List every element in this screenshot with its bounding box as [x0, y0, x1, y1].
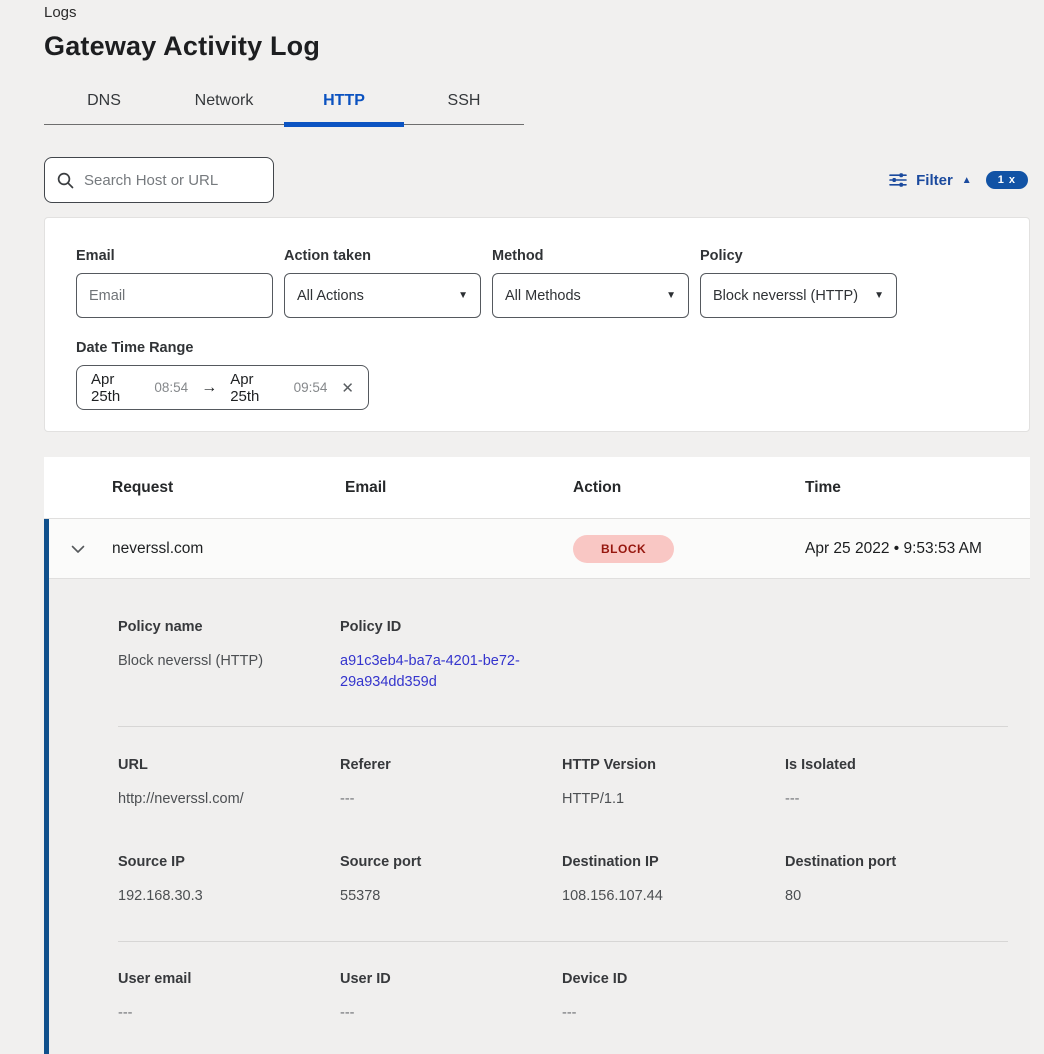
tab-ssh[interactable]: SSH — [404, 82, 524, 124]
policy-id-label: Policy ID — [340, 619, 562, 635]
tab-dns[interactable]: DNS — [44, 82, 164, 124]
filter-controls: Filter ▲ 1 x — [889, 171, 1030, 189]
policy-name-label: Policy name — [118, 619, 340, 635]
controls-row: Filter ▲ 1 x — [44, 157, 1030, 203]
end-date[interactable]: Apr 25th — [230, 371, 283, 405]
chevron-up-icon[interactable]: ▲ — [962, 175, 972, 186]
user-id-value: --- — [340, 1003, 562, 1024]
tab-http[interactable]: HTTP — [284, 82, 404, 124]
gateway-activity-log-page: Logs Gateway Activity Log DNS Network HT… — [0, 0, 1044, 1054]
breadcrumb[interactable]: Logs — [44, 4, 1030, 21]
user-email-label: User email — [118, 971, 340, 987]
user-email-field: User email --- — [118, 971, 340, 1024]
filter-panel: Email Action taken All Actions ▼ Method … — [44, 217, 1030, 432]
referer-label: Referer — [340, 757, 562, 773]
email-filter-field: Email — [76, 248, 273, 318]
search-input[interactable] — [84, 172, 261, 189]
policy-id-link[interactable]: a91c3eb4-ba7a-4201-be72-29a934dd359d — [340, 651, 532, 693]
chevron-down-icon: ▼ — [666, 290, 676, 301]
search-box[interactable] — [44, 157, 274, 203]
policy-filter-field: Policy Block neverssl (HTTP) ▼ — [700, 248, 897, 318]
action-filter-value: All Actions — [297, 288, 364, 304]
log-type-tabs: DNS Network HTTP SSH — [44, 82, 524, 125]
action-filter-field: Action taken All Actions ▼ — [284, 248, 481, 318]
referer-field: Referer --- — [340, 757, 562, 810]
search-icon — [57, 172, 74, 189]
page-title: Gateway Activity Log — [44, 31, 1030, 62]
user-id-field: User ID --- — [340, 971, 562, 1024]
policy-name-field: Policy name Block neverssl (HTTP) — [118, 619, 340, 693]
destination-ip-value: 108.156.107.44 — [562, 886, 785, 907]
action-filter-label: Action taken — [284, 248, 481, 264]
column-header-request[interactable]: Request — [112, 479, 345, 497]
method-filter-value: All Methods — [505, 288, 581, 304]
source-ip-value: 192.168.30.3 — [118, 886, 340, 907]
email-filter-label: Email — [76, 248, 273, 264]
date-range-label: Date Time Range — [76, 340, 999, 356]
is-isolated-field: Is Isolated --- — [785, 757, 1008, 810]
is-isolated-label: Is Isolated — [785, 757, 1008, 773]
chevron-down-icon: ▼ — [874, 290, 884, 301]
referer-value: --- — [340, 789, 562, 810]
source-ip-field: Source IP 192.168.30.3 — [118, 854, 340, 907]
policy-filter-value: Block neverssl (HTTP) — [713, 288, 858, 304]
http-version-value: HTTP/1.1 — [562, 789, 785, 810]
filter-count-badge[interactable]: 1 x — [986, 171, 1028, 189]
url-label: URL — [118, 757, 340, 773]
end-time[interactable]: 09:54 — [294, 380, 328, 395]
policy-id-field: Policy ID a91c3eb4-ba7a-4201-be72-29a934… — [340, 619, 562, 693]
method-filter-label: Method — [492, 248, 689, 264]
date-range-picker[interactable]: Apr 25th 08:54 → Apr 25th 09:54 ✕ — [76, 365, 369, 410]
source-port-label: Source port — [340, 854, 562, 870]
email-filter-input[interactable] — [89, 288, 260, 304]
column-header-time[interactable]: Time — [805, 479, 1030, 497]
policy-filter-label: Policy — [700, 248, 897, 264]
date-range-field: Date Time Range Apr 25th 08:54 → Apr 25t… — [76, 340, 999, 410]
expanded-log-entry: neverssl.com BLOCK Apr 25 2022 • 9:53:53… — [44, 519, 1030, 1054]
destination-port-field: Destination port 80 — [785, 854, 1008, 907]
method-filter-field: Method All Methods ▼ — [492, 248, 689, 318]
http-version-label: HTTP Version — [562, 757, 785, 773]
filter-toggle-button[interactable]: Filter — [916, 172, 953, 189]
destination-port-label: Destination port — [785, 854, 1008, 870]
http-version-field: HTTP Version HTTP/1.1 — [562, 757, 785, 810]
destination-port-value: 80 — [785, 886, 1008, 907]
destination-ip-field: Destination IP 108.156.107.44 — [562, 854, 785, 907]
device-id-label: Device ID — [562, 971, 785, 987]
tab-network[interactable]: Network — [164, 82, 284, 124]
filter-icon[interactable] — [889, 172, 907, 188]
user-email-value: --- — [118, 1003, 340, 1024]
clear-date-range-icon[interactable]: ✕ — [341, 379, 354, 397]
is-isolated-value: --- — [785, 789, 1008, 810]
column-header-action[interactable]: Action — [573, 479, 805, 497]
collapse-row-chevron-icon[interactable] — [71, 541, 85, 559]
user-id-label: User ID — [340, 971, 562, 987]
device-id-value: --- — [562, 1003, 785, 1024]
action-filter-select[interactable]: All Actions ▼ — [284, 273, 481, 318]
request-cell: neverssl.com — [112, 540, 345, 558]
time-cell: Apr 25 2022 • 9:53:53 AM — [805, 540, 1030, 558]
arrow-right-icon: → — [198, 379, 220, 397]
table-row[interactable]: neverssl.com BLOCK Apr 25 2022 • 9:53:53… — [49, 519, 1030, 579]
url-field: URL http://neverssl.com/ — [118, 757, 340, 810]
start-date[interactable]: Apr 25th — [91, 371, 144, 405]
policy-filter-select[interactable]: Block neverssl (HTTP) ▼ — [700, 273, 897, 318]
table-header-row: Request Email Action Time — [44, 457, 1030, 519]
source-port-value: 55378 — [340, 886, 562, 907]
activity-log-table: Request Email Action Time neverssl.com B… — [44, 457, 1030, 1054]
column-header-email[interactable]: Email — [345, 479, 573, 497]
device-id-field: Device ID --- — [562, 971, 785, 1024]
method-filter-select[interactable]: All Methods ▼ — [492, 273, 689, 318]
start-time[interactable]: 08:54 — [154, 380, 188, 395]
source-ip-label: Source IP — [118, 854, 340, 870]
policy-name-value: Block neverssl (HTTP) — [118, 651, 340, 672]
action-cell: BLOCK — [573, 535, 805, 563]
destination-ip-label: Destination IP — [562, 854, 785, 870]
log-entry-details: Policy name Block neverssl (HTTP) Policy… — [49, 579, 1030, 1054]
source-port-field: Source port 55378 — [340, 854, 562, 907]
chevron-down-icon: ▼ — [458, 290, 468, 301]
block-status-badge: BLOCK — [573, 535, 674, 563]
url-value: http://neverssl.com/ — [118, 789, 340, 810]
